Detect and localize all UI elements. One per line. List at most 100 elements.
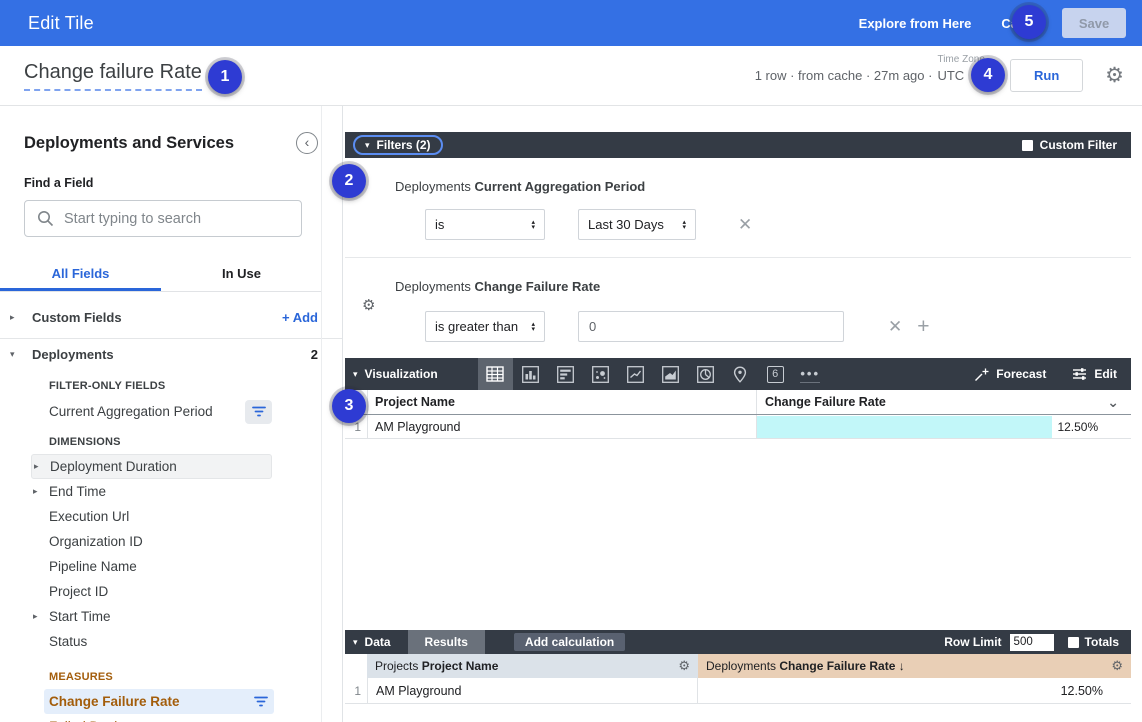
tab-in-use[interactable]: In Use	[161, 261, 322, 291]
viz-type-column-icon[interactable]	[513, 358, 548, 390]
filter-row-2: ⚙ Deployments Change Failure Rate is gre…	[345, 279, 1131, 342]
remove-filter-button[interactable]: ✕	[738, 215, 752, 235]
filter-operator-select[interactable]: is ▴▾	[425, 209, 545, 240]
totals-toggle[interactable]: Totals	[1068, 635, 1119, 649]
annotation-badge-4: 4	[971, 58, 1005, 92]
single-value-icon: 6	[767, 366, 784, 383]
field-label: Execution Url	[49, 509, 129, 524]
data-col-project-name[interactable]: Projects Project Name ⚙	[367, 654, 698, 678]
data-section: ▾ Data Results Add calculation Row Limit…	[345, 630, 1131, 704]
field-status[interactable]: Status	[31, 629, 272, 654]
caret-down-icon: ▾	[365, 140, 370, 151]
sort-descending-icon: ↓	[899, 659, 905, 673]
visualization-header-bar: ▾ Visualization	[345, 358, 1131, 390]
field-label: Start Time	[49, 609, 111, 624]
select-arrows-icon: ▴▾	[531, 322, 535, 332]
field-end-time[interactable]: ▸ End Time	[31, 479, 272, 504]
collapse-sidebar-button[interactable]: ‹	[296, 132, 318, 154]
column-chart-icon	[522, 366, 539, 383]
field-failed-deployments[interactable]: Failed Deployments	[44, 714, 274, 722]
custom-fields-row[interactable]: ▸ Custom Fields + Add	[0, 303, 342, 331]
filter-value-select[interactable]: Last 30 Days ▴▾	[578, 209, 696, 240]
caret-right-icon: ▸	[33, 611, 38, 622]
gear-icon[interactable]: ⚙	[362, 296, 375, 314]
field-execution-url[interactable]: Execution Url	[31, 504, 272, 529]
field-current-aggregation-period[interactable]: Current Aggregation Period	[31, 398, 272, 425]
results-tab[interactable]: Results	[408, 630, 485, 654]
filter-value-input[interactable]	[578, 311, 844, 342]
viz-type-more-button[interactable]: •••	[793, 358, 828, 390]
add-custom-field-button[interactable]: + Add	[282, 310, 318, 325]
field-start-time[interactable]: ▸ Start Time	[31, 604, 272, 629]
search-input[interactable]	[64, 211, 289, 227]
timezone-block[interactable]: Time Zone UTC	[937, 67, 964, 85]
data-table-row[interactable]: 1 AM Playground 12.50%	[345, 678, 1131, 704]
filter-applied-button[interactable]	[245, 400, 272, 424]
tab-all-fields[interactable]: All Fields	[0, 261, 161, 291]
row-limit-label: Row Limit	[944, 635, 1001, 649]
add-filter-button[interactable]: +	[917, 315, 929, 339]
field-project-id[interactable]: Project ID	[31, 579, 272, 604]
forecast-label: Forecast	[996, 367, 1046, 381]
viz-col-project-name[interactable]: Project Name	[367, 390, 756, 414]
data-table: Projects Project Name ⚙ Deployments Chan…	[345, 654, 1131, 704]
viz-tools: Forecast Edit	[974, 367, 1117, 382]
deployments-group-label: Deployments	[32, 347, 114, 362]
remove-filter-button[interactable]: ✕	[888, 317, 902, 337]
caret-down-icon: ▾	[10, 349, 24, 360]
field-label: Pipeline Name	[49, 559, 137, 574]
caret-down-icon: ▾	[353, 637, 358, 648]
field-pipeline-name[interactable]: Pipeline Name	[31, 554, 272, 579]
field-deployment-duration[interactable]: ▸ Deployment Duration	[31, 454, 272, 479]
viz-table-header: Project Name Change Failure Rate ⌄	[345, 390, 1131, 415]
save-button[interactable]: Save	[1062, 8, 1126, 38]
explore-from-here-button[interactable]: Explore from Here	[859, 16, 972, 31]
change-failure-rate-cell: 12.50%	[698, 678, 1131, 703]
row-limit-input[interactable]	[1010, 634, 1054, 651]
caret-right-icon: ▸	[34, 461, 39, 472]
viz-type-single-value-icon[interactable]: 6	[758, 358, 793, 390]
viz-type-table-icon[interactable]	[478, 358, 513, 390]
gear-icon[interactable]: ⚙	[678, 658, 690, 674]
gear-icon[interactable]: ⚙	[1111, 658, 1123, 674]
run-button[interactable]: Run	[1010, 59, 1083, 92]
totals-checkbox[interactable]	[1068, 637, 1079, 648]
deployments-group-row[interactable]: ▾ Deployments 2	[0, 338, 342, 369]
field-change-failure-rate[interactable]: Change Failure Rate	[44, 689, 274, 714]
field-search-box[interactable]	[24, 200, 302, 237]
map-pin-icon	[733, 366, 747, 383]
viz-type-map-icon[interactable]	[723, 358, 758, 390]
sidebar-header: Deployments and Services ‹	[24, 132, 318, 154]
data-col-change-failure-rate[interactable]: Deployments Change Failure Rate ↓ ⚙	[698, 654, 1131, 678]
visualization-section: ▾ Visualization	[345, 358, 1131, 439]
row-number-gutter	[345, 654, 367, 678]
viz-type-area-icon[interactable]	[653, 358, 688, 390]
custom-filter-toggle[interactable]: Custom Filter	[1022, 138, 1117, 152]
tile-title[interactable]: Change failure Rate	[24, 61, 202, 91]
filter-field-label: Deployments Change Failure Rate	[395, 279, 1131, 294]
field-organization-id[interactable]: Organization ID	[31, 529, 272, 554]
data-bar-right: Row Limit Totals	[944, 634, 1119, 651]
filters-header-label: Filters (2)	[377, 138, 431, 152]
edit-sliders-icon	[1072, 367, 1087, 381]
gear-icon[interactable]: ⚙	[1105, 65, 1124, 86]
custom-fields-label: Custom Fields	[32, 310, 122, 325]
viz-type-scatter-icon[interactable]	[583, 358, 618, 390]
edit-viz-button[interactable]: Edit	[1072, 367, 1117, 381]
add-calculation-button[interactable]: Add calculation	[514, 633, 625, 651]
chevron-down-icon[interactable]: ⌄	[1107, 394, 1119, 411]
viz-type-bar-icon[interactable]	[548, 358, 583, 390]
forecast-button[interactable]: Forecast	[974, 367, 1046, 382]
viz-type-pie-icon[interactable]	[688, 358, 723, 390]
filters-section-toggle[interactable]: ▾ Filters (2)	[353, 135, 443, 155]
custom-filter-checkbox[interactable]	[1022, 140, 1033, 151]
annotation-badge-3: 3	[332, 389, 366, 423]
filter-field-group: Deployments	[395, 179, 471, 194]
viz-type-line-icon[interactable]	[618, 358, 653, 390]
filter-field-group: Deployments	[395, 279, 471, 294]
filter-operator-select[interactable]: is greater than ▴▾	[425, 311, 545, 342]
filter-applied-button[interactable]	[254, 696, 268, 707]
viz-col-change-failure-rate[interactable]: Change Failure Rate ⌄	[756, 390, 1131, 414]
viz-table-row[interactable]: 1 AM Playground 12.50%	[345, 415, 1131, 439]
value-label: 12.50%	[1057, 420, 1098, 434]
